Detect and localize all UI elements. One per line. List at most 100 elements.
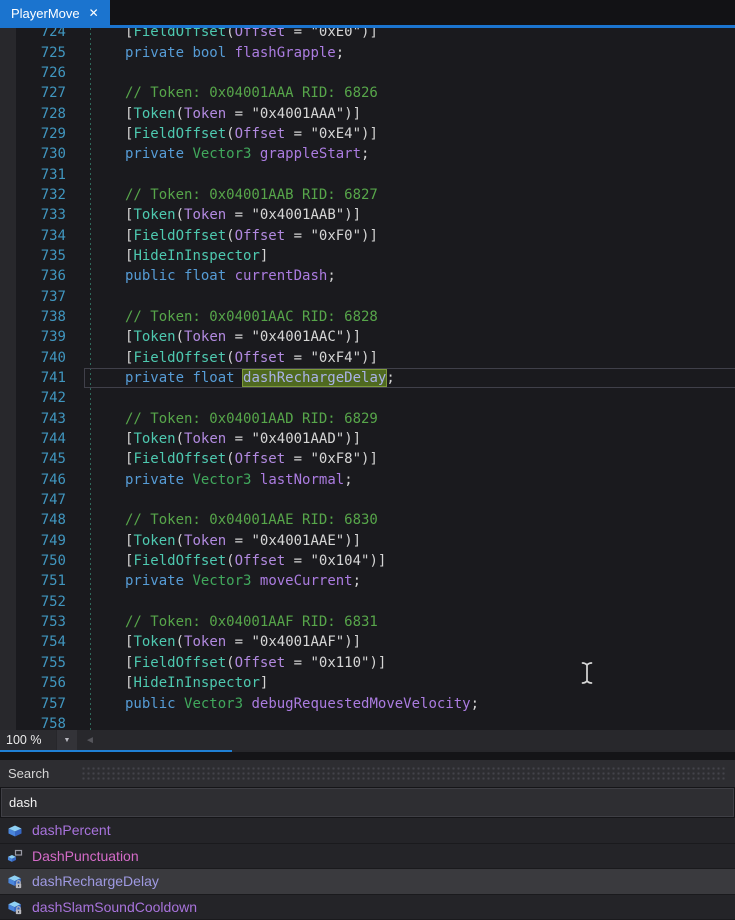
code-line-current[interactable]: 741private float dashRechargeDelay; (0, 368, 735, 388)
code-text: [FieldOffset(Offset = "0x110")] (66, 655, 386, 671)
code-line[interactable]: 740[FieldOffset(Offset = "0xF4")] (0, 348, 735, 368)
code-line[interactable]: 738// Token: 0x04001AAC RID: 6828 (0, 307, 735, 327)
code-token: bool (192, 45, 234, 61)
zoom-dropdown-button[interactable]: ▼ (57, 730, 77, 750)
code-line[interactable]: 729[FieldOffset(Offset = "0xE4")] (0, 124, 735, 144)
search-panel-header[interactable]: Search (0, 760, 735, 787)
code-line[interactable]: 753// Token: 0x04001AAF RID: 6831 (0, 612, 735, 632)
line-number[interactable]: 731 (0, 167, 66, 183)
line-number[interactable]: 726 (0, 65, 66, 81)
code-line[interactable]: 733[Token(Token = "0x4001AAB")] (0, 205, 735, 225)
code-line[interactable]: 758 (0, 714, 735, 730)
line-number[interactable]: 738 (0, 309, 66, 325)
zoom-level-combobox[interactable]: 100 % (0, 730, 56, 750)
code-line[interactable]: 736public float currentDash; (0, 266, 735, 286)
code-token: Vector3 (192, 146, 251, 162)
code-line[interactable]: 754[Token(Token = "0x4001AAF")] (0, 632, 735, 652)
line-number[interactable]: 744 (0, 431, 66, 447)
code-line[interactable]: 724[FieldOffset(Offset = "0xE0")] (0, 28, 735, 42)
code-line[interactable]: 728[Token(Token = "0x4001AAA")] (0, 103, 735, 123)
line-number[interactable]: 754 (0, 634, 66, 650)
code-line[interactable]: 739[Token(Token = "0x4001AAC")] (0, 327, 735, 347)
line-number[interactable]: 743 (0, 411, 66, 427)
code-line[interactable]: 730private Vector3 grappleStart; (0, 144, 735, 164)
line-number[interactable]: 756 (0, 675, 66, 691)
code-line[interactable]: 755[FieldOffset(Offset = "0x110")] (0, 653, 735, 673)
line-number[interactable]: 749 (0, 533, 66, 549)
line-number[interactable]: 748 (0, 512, 66, 528)
line-number[interactable]: 741 (0, 370, 66, 386)
panel-splitter[interactable] (0, 752, 735, 760)
line-number[interactable]: 747 (0, 492, 66, 508)
search-result-row[interactable]: dashPercent (0, 818, 735, 844)
code-line[interactable]: 752 (0, 592, 735, 612)
code-token: )] (361, 126, 378, 142)
search-input[interactable] (1, 788, 734, 817)
search-result-row[interactable]: dashRechargeDelay (0, 869, 735, 895)
code-line[interactable]: 751private Vector3 moveCurrent; (0, 571, 735, 591)
code-token: FieldOffset (133, 228, 226, 244)
tab-playermove[interactable]: PlayerMove ✕ (0, 0, 110, 26)
line-number[interactable]: 730 (0, 146, 66, 162)
line-number[interactable]: 733 (0, 207, 66, 223)
code-line[interactable]: 749[Token(Token = "0x4001AAE")] (0, 531, 735, 551)
code-line[interactable]: 756[HideInInspector] (0, 673, 735, 693)
code-editor[interactable]: 724[FieldOffset(Offset = "0xE0")]725priv… (0, 28, 735, 730)
code-line[interactable]: 735[HideInInspector] (0, 246, 735, 266)
line-number[interactable]: 739 (0, 329, 66, 345)
code-text: // Token: 0x04001AAC RID: 6828 (66, 309, 378, 325)
search-result-row[interactable]: DashPunctuation (0, 844, 735, 870)
line-number[interactable]: 737 (0, 289, 66, 305)
code-line[interactable]: 725private bool flashGrapple; (0, 42, 735, 62)
line-number[interactable]: 752 (0, 594, 66, 610)
line-number[interactable]: 728 (0, 106, 66, 122)
line-number[interactable]: 745 (0, 451, 66, 467)
line-number[interactable]: 727 (0, 85, 66, 101)
code-line[interactable]: 750[FieldOffset(Offset = "0x104")] (0, 551, 735, 571)
code-line[interactable]: 734[FieldOffset(Offset = "0xF0")] (0, 225, 735, 245)
line-number[interactable]: 736 (0, 268, 66, 284)
line-number[interactable]: 753 (0, 614, 66, 630)
close-icon[interactable]: ✕ (89, 7, 99, 19)
code-line[interactable]: 727// Token: 0x04001AAA RID: 6826 (0, 83, 735, 103)
line-number[interactable]: 757 (0, 696, 66, 712)
code-line[interactable]: 745[FieldOffset(Offset = "0xF8")] (0, 449, 735, 469)
private-field-icon (7, 873, 23, 889)
search-result-row[interactable]: dashSlamSoundCooldown (0, 895, 735, 920)
line-number[interactable]: 725 (0, 45, 66, 61)
code-line[interactable]: 746private Vector3 lastNormal; (0, 470, 735, 490)
line-number[interactable]: 732 (0, 187, 66, 203)
line-number[interactable]: 742 (0, 390, 66, 406)
code-line[interactable]: 742 (0, 388, 735, 408)
line-number[interactable]: 729 (0, 126, 66, 142)
line-number[interactable]: 740 (0, 350, 66, 366)
line-number[interactable]: 751 (0, 573, 66, 589)
code-token: )] (361, 451, 378, 467)
scroll-left-arrow-icon[interactable]: ◄ (85, 735, 95, 746)
code-line[interactable]: 757public Vector3 debugRequestedMoveVelo… (0, 693, 735, 713)
code-line[interactable]: 726 (0, 63, 735, 83)
code-line[interactable]: 747 (0, 490, 735, 510)
line-number[interactable]: 750 (0, 553, 66, 569)
code-token: Offset (235, 228, 286, 244)
horizontal-scrollbar[interactable]: ◄ (77, 730, 735, 750)
code-line[interactable]: 737 (0, 286, 735, 306)
code-token: Offset (235, 350, 286, 366)
code-line[interactable]: 748// Token: 0x04001AAE RID: 6830 (0, 510, 735, 530)
line-number[interactable]: 724 (0, 28, 66, 40)
code-text: // Token: 0x04001AAB RID: 6827 (66, 187, 378, 203)
search-match-highlight: dashRechargeDelay (243, 370, 386, 386)
code-token: Token (184, 329, 226, 345)
code-line[interactable]: 743// Token: 0x04001AAD RID: 6829 (0, 409, 735, 429)
code-token: private (125, 573, 192, 589)
line-number[interactable]: 758 (0, 716, 66, 730)
line-number[interactable]: 735 (0, 248, 66, 264)
code-token: ( (226, 126, 234, 142)
code-line[interactable]: 731 (0, 164, 735, 184)
line-number[interactable]: 746 (0, 472, 66, 488)
code-line[interactable]: 732// Token: 0x04001AAB RID: 6827 (0, 185, 735, 205)
code-line[interactable]: 744[Token(Token = "0x4001AAD")] (0, 429, 735, 449)
code-text: [Token(Token = "0x4001AAA")] (66, 106, 361, 122)
line-number[interactable]: 755 (0, 655, 66, 671)
line-number[interactable]: 734 (0, 228, 66, 244)
